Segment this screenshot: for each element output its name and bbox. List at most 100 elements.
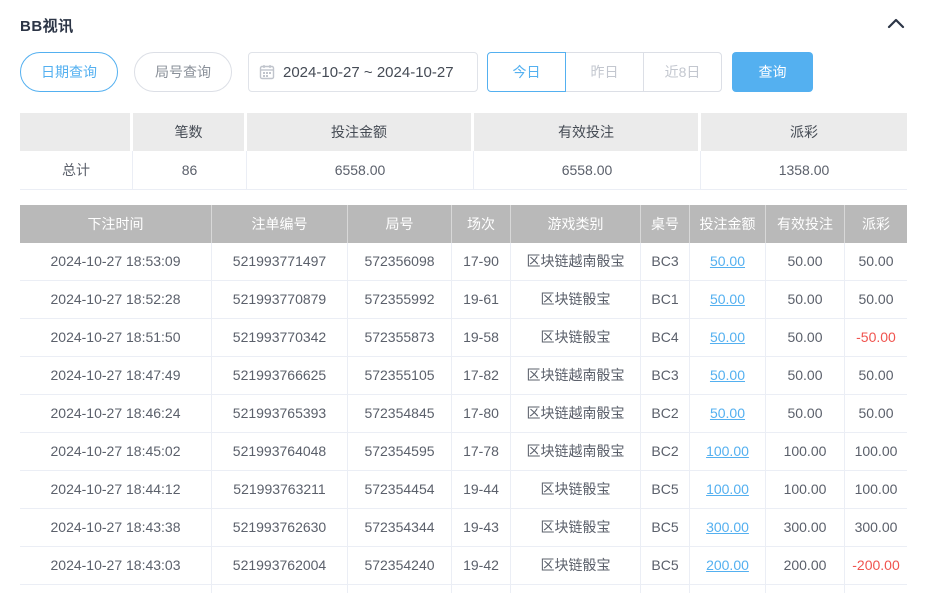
table-row: 2024-10-27 18:46:24 521993765393 5723548… xyxy=(20,395,907,433)
cell-bet-amount: 100.00 xyxy=(690,433,766,470)
bet-amount-link[interactable]: 50.00 xyxy=(710,367,745,383)
table-row: 2024-10-27 18:52:28 521993770879 5723559… xyxy=(20,281,907,319)
cell-order-no: 521993764048 xyxy=(212,433,348,470)
table-row: 2024-10-27 18:45:02 521993764048 5723545… xyxy=(20,433,907,471)
bet-amount-link[interactable]: 100.00 xyxy=(706,443,749,459)
cell-round-no: 572354344 xyxy=(348,509,452,546)
bet-amount-link[interactable]: 100.00 xyxy=(706,481,749,497)
cell-round-no: 572355992 xyxy=(348,281,452,318)
cell-table-no: BC5 xyxy=(641,509,690,546)
cell-bet-amount: 50.00 xyxy=(690,395,766,432)
cell-round-no: 572354595 xyxy=(348,433,452,470)
table-row: 2024-10-27 18:53:09 521993771497 5723560… xyxy=(20,243,907,281)
cell-order-no: 521993762004 xyxy=(212,547,348,584)
date-range-picker[interactable]: 2024-10-27 ~ 2024-10-27 xyxy=(248,52,478,92)
cell-bet-amount: 50.00 xyxy=(690,319,766,356)
summary-header-payout: 派彩 xyxy=(701,113,907,151)
cell-bet-amount: 300.00 xyxy=(690,509,766,546)
bb-video-panel: BB视讯 日期查询 局号查询 2024-10-27 ~ 2024-10-27 xyxy=(0,0,927,593)
cell-order-no: 521993766625 xyxy=(212,357,348,394)
search-button[interactable]: 查询 xyxy=(732,52,813,92)
cell-valid-bet: 100.00 xyxy=(766,433,845,470)
cell-game-type: 区块链骰宝 xyxy=(511,547,641,584)
cell-session: 17-82 xyxy=(452,357,511,394)
cell-round-no: 572355873 xyxy=(348,319,452,356)
cell-bet-amount: 50.00 xyxy=(690,243,766,280)
page-title: BB视讯 xyxy=(20,15,74,36)
col-header-round-no: 局号 xyxy=(348,205,452,243)
bet-amount-link[interactable]: 50.00 xyxy=(710,291,745,307)
summary-header-count: 笔数 xyxy=(133,113,247,151)
cell-valid-bet: 100.00 xyxy=(766,471,845,508)
cell-valid-bet: 50.00 xyxy=(766,319,845,356)
calendar-icon xyxy=(259,64,275,80)
quick-range-today[interactable]: 今日 xyxy=(487,52,566,92)
cell-round-no: 572356098 xyxy=(348,243,452,280)
summary-total-payout: 1358.00 xyxy=(701,151,907,189)
cell-payout: 100.00 xyxy=(845,471,907,508)
cell-bet-time: 2024-10-27 18:43:03 xyxy=(20,547,212,584)
cell-valid-bet: 50.00 xyxy=(766,357,845,394)
summary-total-label: 总计 xyxy=(20,151,133,189)
cell-round-no: 572354454 xyxy=(348,471,452,508)
cell-valid-bet: 200.00 xyxy=(766,547,845,584)
cell-bet-amount: 50.00 xyxy=(690,357,766,394)
cell-order-no: 521993763211 xyxy=(212,471,348,508)
tab-date-query[interactable]: 日期查询 xyxy=(20,52,118,92)
records-table: 下注时间 注单编号 局号 场次 游戏类别 桌号 投注金额 有效投注 派彩 202… xyxy=(20,205,907,593)
cell-bet-time: 2024-10-27 18:43:38 xyxy=(20,509,212,546)
col-header-bet-amount: 投注金额 xyxy=(690,205,766,243)
cell-bet-amount: 200.00 xyxy=(690,547,766,584)
cell-bet-time: 2024-10-27 18:51:50 xyxy=(20,319,212,356)
cell-valid-bet: 300.00 xyxy=(766,509,845,546)
cell-session: 17-78 xyxy=(452,433,511,470)
summary-total-valid-bet: 6558.00 xyxy=(474,151,701,189)
summary-table: 笔数 投注金额 有效投注 派彩 总计 86 6558.00 6558.00 13… xyxy=(20,113,907,190)
chevron-up-icon xyxy=(887,16,905,34)
records-header-row: 下注时间 注单编号 局号 场次 游戏类别 桌号 投注金额 有效投注 派彩 xyxy=(20,205,907,243)
cell-payout: 50.00 xyxy=(845,281,907,318)
cell-session: 17-80 xyxy=(452,395,511,432)
cell-game-type: 区块链骰宝 xyxy=(511,319,641,356)
cell-valid-bet: 50.00 xyxy=(766,243,845,280)
cell-order-no: 521993770879 xyxy=(212,281,348,318)
cell-payout: 100.00 xyxy=(845,433,907,470)
bet-amount-link[interactable]: 200.00 xyxy=(706,557,749,573)
cell-table-no: BC1 xyxy=(641,281,690,318)
tab-round-query[interactable]: 局号查询 xyxy=(134,52,232,92)
bet-amount-link[interactable]: 50.00 xyxy=(710,405,745,421)
cell-payout: 50.00 xyxy=(845,395,907,432)
table-row: 2024-10-27 18:44:12 521993763211 5723544… xyxy=(20,471,907,509)
cell-session: 19-42 xyxy=(452,547,511,584)
col-header-game-type: 游戏类别 xyxy=(511,205,641,243)
panel-header: BB视讯 xyxy=(20,0,907,38)
cell-payout: -50.00 xyxy=(845,319,907,356)
summary-header-bet-amount: 投注金额 xyxy=(247,113,474,151)
cell-table-no: BC4 xyxy=(641,319,690,356)
quick-range-yesterday[interactable]: 昨日 xyxy=(565,52,644,92)
collapse-button[interactable] xyxy=(885,14,907,36)
cell-order-no: 521993765393 xyxy=(212,395,348,432)
cell-game-type: 区块链越南骰宝 xyxy=(511,357,641,394)
cell-table-no: BC3 xyxy=(641,243,690,280)
cell-session: 19-61 xyxy=(452,281,511,318)
cell-table-no: BC5 xyxy=(641,471,690,508)
cell-session: 19-44 xyxy=(452,471,511,508)
table-row: 2024-10-27 18:43:03 521993762004 5723542… xyxy=(20,547,907,585)
cell-bet-amount: 100.00 xyxy=(690,471,766,508)
filter-bar: 日期查询 局号查询 2024-10-27 ~ 2024-10-27 今日 昨日 … xyxy=(20,52,907,92)
cell-bet-time: 2024-10-27 18:44:12 xyxy=(20,471,212,508)
cell-bet-time: 2024-10-27 18:52:28 xyxy=(20,281,212,318)
cell-valid-bet: 50.00 xyxy=(766,281,845,318)
col-header-valid-bet: 有效投注 xyxy=(766,205,845,243)
cell-game-type: 区块链骰宝 xyxy=(511,509,641,546)
summary-header-valid-bet: 有效投注 xyxy=(474,113,701,151)
cell-table-no: BC2 xyxy=(641,395,690,432)
cell-table-no: BC2 xyxy=(641,433,690,470)
summary-header-blank xyxy=(20,113,133,151)
bet-amount-link[interactable]: 300.00 xyxy=(706,519,749,535)
bet-amount-link[interactable]: 50.00 xyxy=(710,329,745,345)
cell-bet-time: 2024-10-27 18:53:09 xyxy=(20,243,212,280)
quick-range-last8days[interactable]: 近8日 xyxy=(643,52,722,92)
bet-amount-link[interactable]: 50.00 xyxy=(710,253,745,269)
